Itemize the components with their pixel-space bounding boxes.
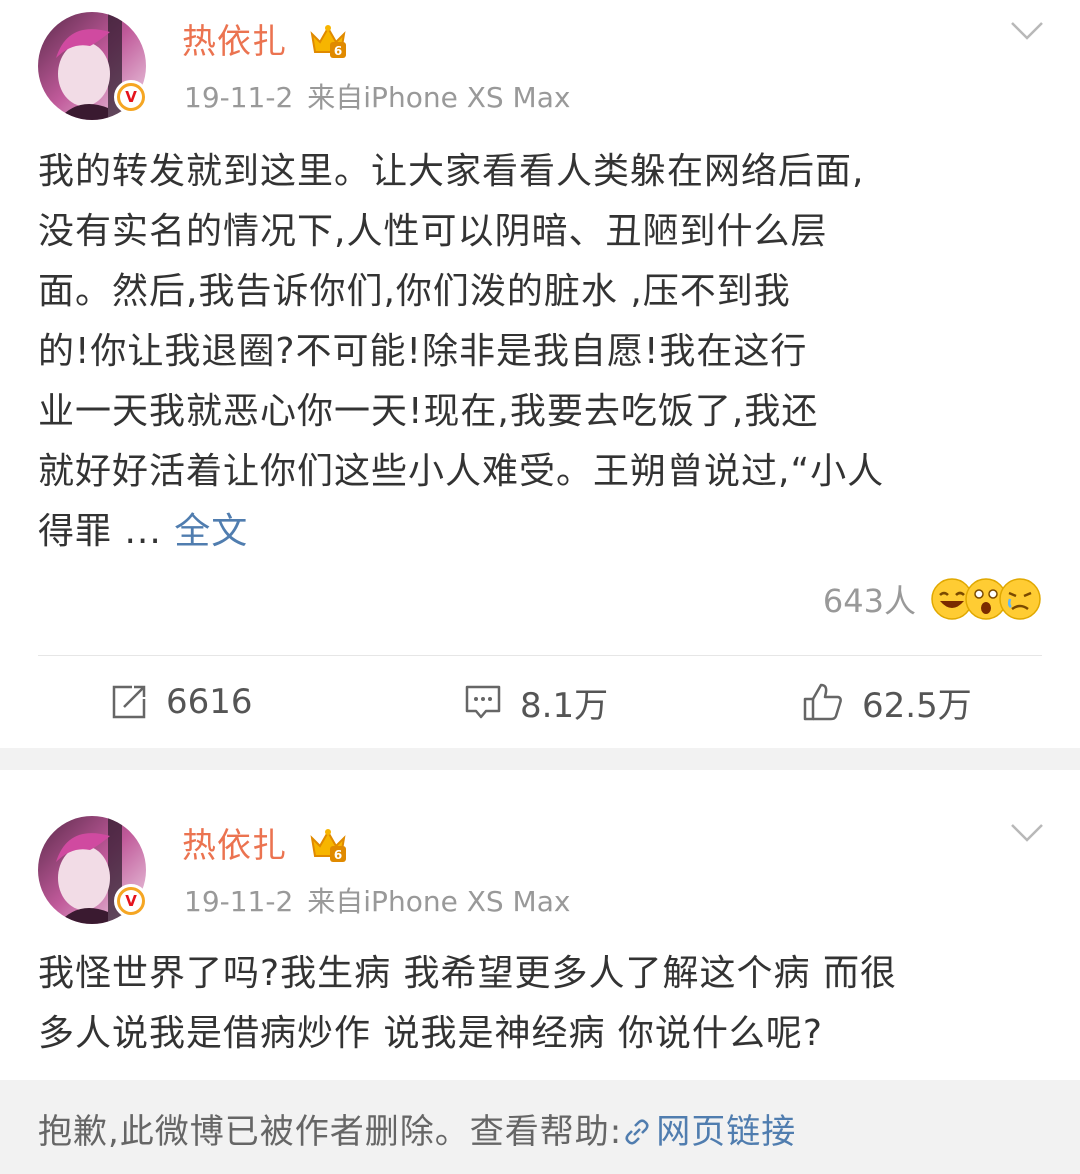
like-button[interactable]: 62.5万 xyxy=(802,672,972,732)
chevron-down-icon[interactable] xyxy=(1010,20,1044,42)
post-date: 19-11-2 xyxy=(184,81,294,114)
web-link-label: 网页链接 xyxy=(656,1112,797,1152)
comment-icon xyxy=(465,685,501,719)
content-line: 的!你让我退圈?不可能!除非是我自愿!我在这行 xyxy=(38,331,808,372)
content-line: 我怪世界了吗?我生病 我希望更多人了解这个病 而很 xyxy=(38,953,897,994)
verified-badge-icon: V xyxy=(114,80,148,114)
deleted-repost-notice: 抱歉,此微博已被作者删除。查看帮助: 网页链接 xyxy=(0,1080,1080,1174)
comment-button[interactable]: 8.1万 xyxy=(464,672,608,732)
chevron-down-icon[interactable] xyxy=(1010,822,1044,844)
web-link[interactable]: 网页链接 xyxy=(622,1112,796,1152)
post-meta: 19-11-2 来自iPhone XS Max xyxy=(184,76,570,116)
comment-count: 8.1万 xyxy=(520,685,609,726)
weibo-post: V 热依扎 6 19-11-2 来自iPhone XS Max 我怪世界了吗?我生… xyxy=(0,770,1080,1174)
thumbs-up-icon xyxy=(803,683,842,721)
username[interactable]: 热依扎 xyxy=(182,818,287,867)
repost-icon xyxy=(112,685,146,719)
content-line: 没有实名的情况下,人性可以阴暗、丑陋到什么层 xyxy=(38,211,828,252)
post-date: 19-11-2 xyxy=(184,885,294,918)
deleted-notice-text: 抱歉,此微博已被作者删除。查看帮助: xyxy=(38,1112,623,1152)
post-separator xyxy=(0,748,1080,770)
post-content: 我怪世界了吗?我生病 我希望更多人了解这个病 而很 多人说我是借病炒作 说我是神… xyxy=(38,944,1048,1064)
content-line: 得罪 ... xyxy=(38,511,175,552)
repost-count: 6616 xyxy=(166,682,253,722)
repost-button[interactable]: 6616 xyxy=(110,672,253,732)
vip-crown-icon[interactable]: 6 xyxy=(308,20,348,60)
post-source[interactable]: 来自iPhone XS Max xyxy=(307,81,570,114)
full-text-link[interactable]: 全文 xyxy=(174,511,248,552)
like-count: 62.5万 xyxy=(862,685,972,726)
post-source[interactable]: 来自iPhone XS Max xyxy=(307,885,570,918)
content-line: 我的转发就到这里。让大家看看人类躲在网络后面, xyxy=(38,151,865,192)
action-bar: 6616 8.1万 62.5万 xyxy=(0,672,1080,732)
content-line: 面。然后,我告诉你们,你们泼的脏水 ,压不到我 xyxy=(38,271,791,312)
link-icon xyxy=(625,1119,649,1145)
reaction-count: 643人 xyxy=(822,582,916,620)
reactions-summary[interactable]: 643人 xyxy=(823,576,1042,622)
content-line: 就好好活着让你们这些小人难受。王朔曾说过,“小人 xyxy=(38,451,885,492)
content-line: 多人说我是借病炒作 说我是神经病 你说什么呢? xyxy=(38,1013,823,1054)
post-content: 我的转发就到这里。让大家看看人类躲在网络后面, 没有实名的情况下,人性可以阴暗、… xyxy=(38,142,1048,562)
svg-text:6: 6 xyxy=(334,44,342,58)
weibo-post: V 热依扎 6 19-11-2 来自iPhone XS Max 我的转发就到这里。… xyxy=(0,0,1080,748)
sad-emoji-icon xyxy=(999,578,1041,620)
username[interactable]: 热依扎 xyxy=(182,14,287,63)
vip-crown-icon[interactable]: 6 xyxy=(308,824,348,864)
content-line: 业一天我就恶心你一天!现在,我要去吃饭了,我还 xyxy=(38,391,819,432)
divider xyxy=(38,655,1042,656)
svg-text:6: 6 xyxy=(334,848,342,862)
post-meta: 19-11-2 来自iPhone XS Max xyxy=(184,880,570,920)
verified-badge-icon: V xyxy=(114,884,148,918)
